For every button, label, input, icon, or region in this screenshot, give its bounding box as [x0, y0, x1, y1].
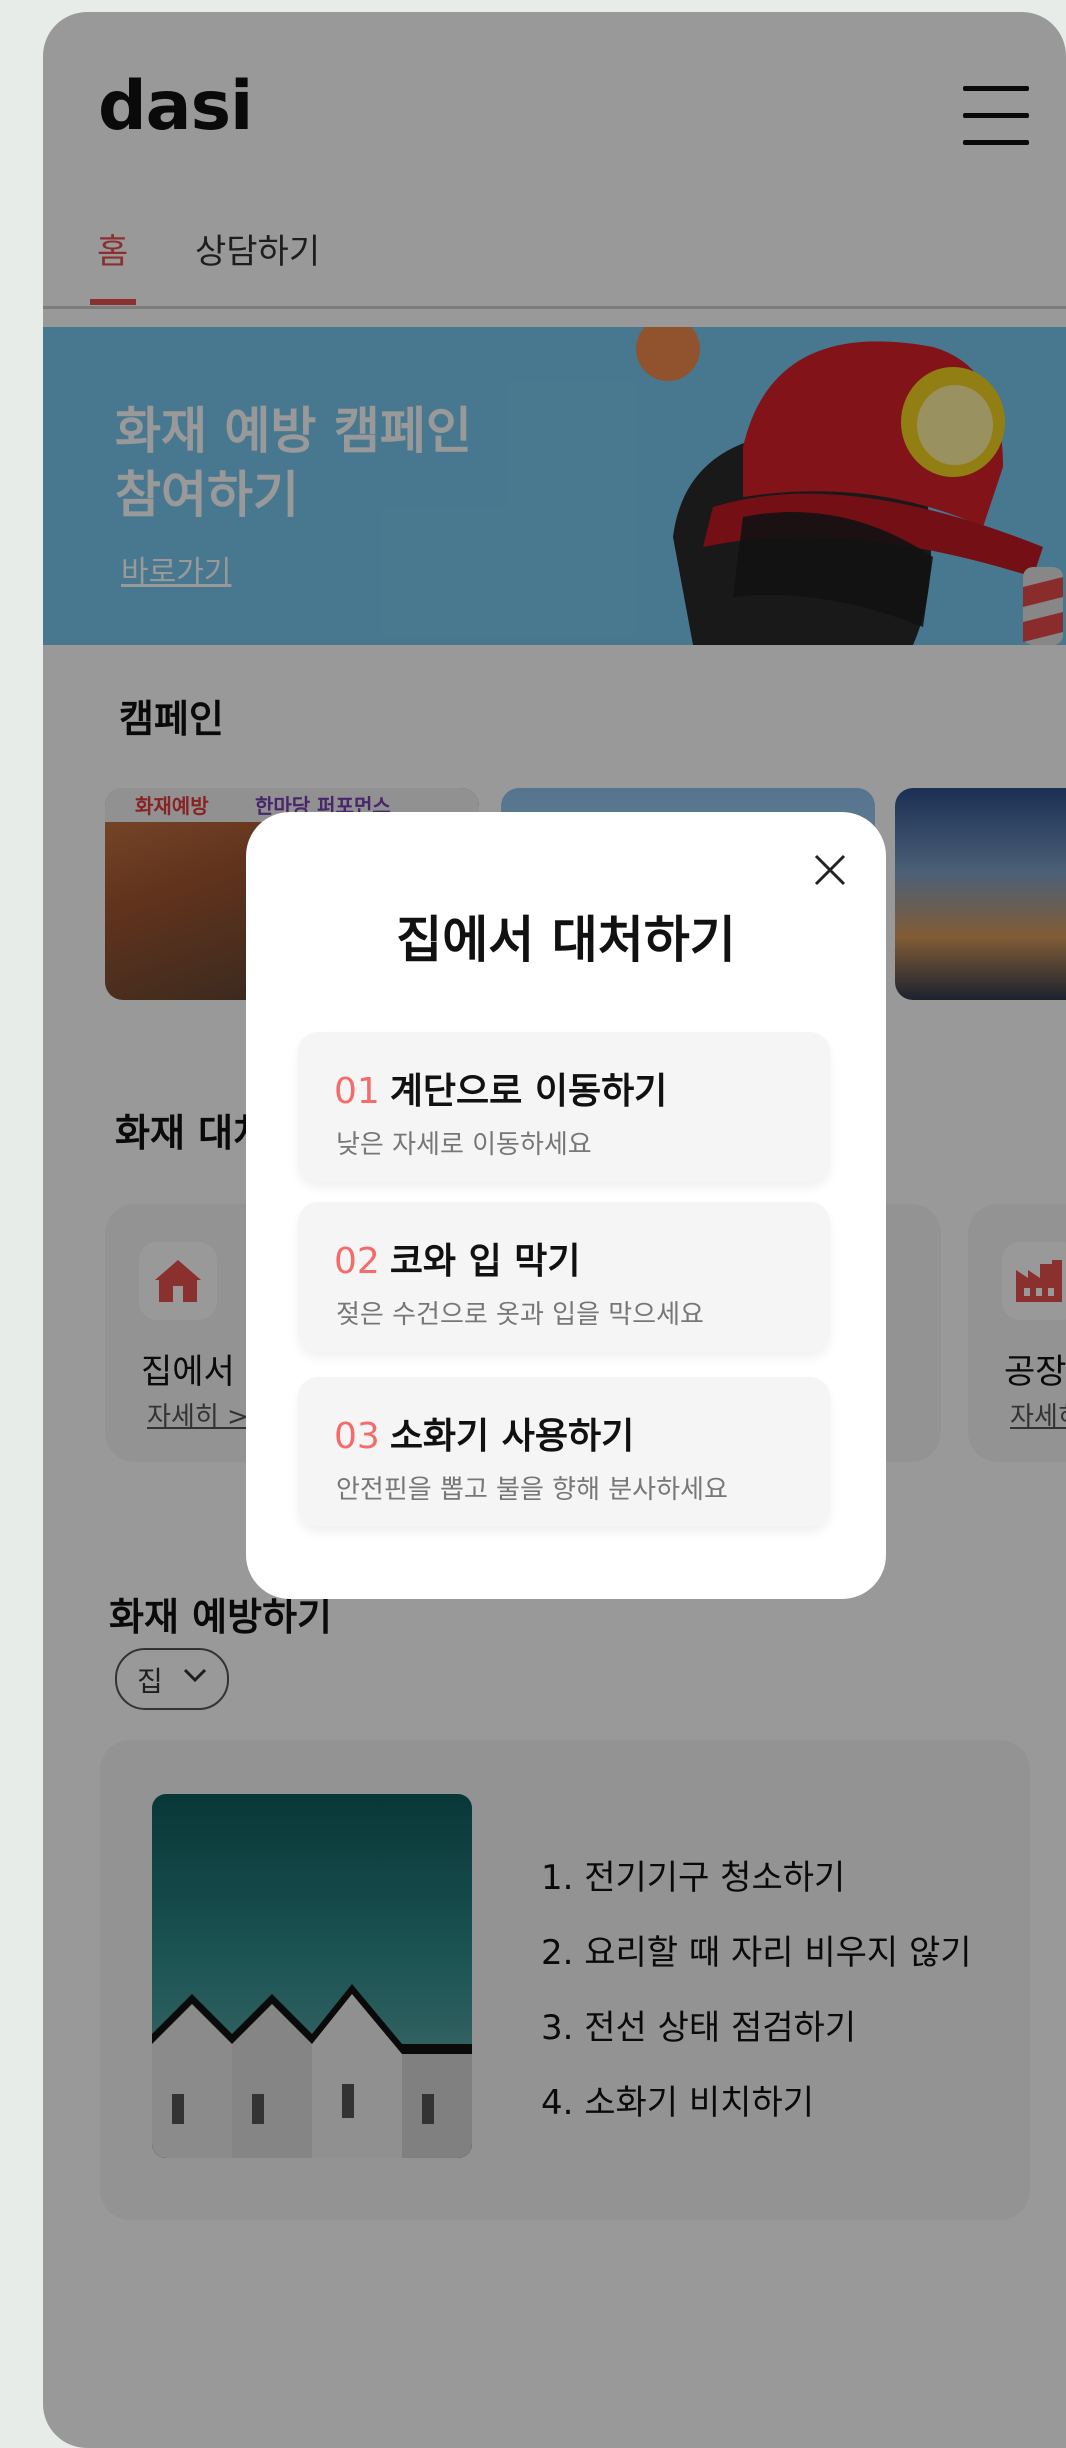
step-heading: 03 소화기 사용하기 — [334, 1407, 634, 1459]
step-description: 낮은 자세로 이동하세요 — [336, 1130, 592, 1160]
step-description: 안전핀을 뽑고 불을 향해 분사하세요 — [336, 1475, 728, 1505]
step-card[interactable]: 02 코와 입 막기 젖은 수건으로 옷과 입을 막으세요 — [298, 1202, 830, 1352]
step-title: 코와 입 막기 — [389, 1241, 581, 1282]
modal-title: 집에서 대처하기 — [396, 911, 736, 969]
close-icon — [814, 854, 846, 886]
step-card[interactable]: 03 소화기 사용하기 안전핀을 뽑고 불을 향해 분사하세요 — [298, 1377, 830, 1527]
step-title: 소화기 사용하기 — [389, 1416, 635, 1457]
app-frame: dasi 홈 상담하기 화재 예방 캠페인 참여하기 바로가기 캠페인 화재예방… — [43, 12, 1066, 2448]
close-button[interactable] — [810, 850, 850, 890]
home-response-modal: 집에서 대처하기 01 계단으로 이동하기 낮은 자세로 이동하세요 02 코와 입… — [246, 812, 886, 1599]
step-number: 03 — [334, 1416, 380, 1457]
step-card[interactable]: 01 계단으로 이동하기 낮은 자세로 이동하세요 — [298, 1032, 830, 1182]
step-description: 젖은 수건으로 옷과 입을 막으세요 — [336, 1300, 704, 1330]
step-number: 01 — [334, 1071, 380, 1112]
step-title: 계단으로 이동하기 — [389, 1071, 668, 1112]
step-heading: 01 계단으로 이동하기 — [334, 1062, 667, 1114]
step-heading: 02 코와 입 막기 — [334, 1232, 580, 1284]
step-number: 02 — [334, 1241, 380, 1282]
